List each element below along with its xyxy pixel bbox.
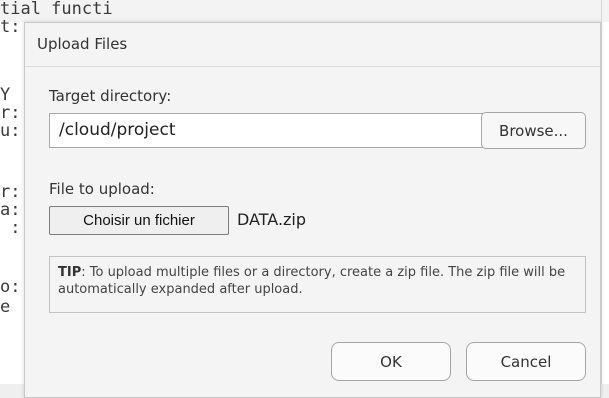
tip-box: TIP: To upload multiple files or a direc… (49, 256, 586, 313)
dialog-title: Upload Files (37, 35, 128, 53)
editor-code-line: e (0, 297, 11, 317)
ok-button[interactable]: OK (331, 342, 451, 381)
target-directory-label: Target directory: (49, 87, 172, 105)
tip-text: : To upload multiple files or a director… (58, 265, 566, 297)
target-directory-input[interactable]: /cloud/project (49, 113, 483, 148)
editor-code-line: a: (0, 200, 21, 220)
editor-code-line: u: (0, 121, 21, 141)
editor-code-line: Y (0, 85, 11, 105)
editor-code-fragment: tial functi (0, 0, 113, 19)
selected-file-name: DATA.zip (237, 210, 307, 229)
editor-code-line: r: (0, 103, 21, 123)
tip-prefix: TIP (58, 265, 82, 280)
editor-code-line: t: (0, 17, 21, 37)
editor-code-line: r: (0, 182, 21, 202)
file-to-upload-label: File to upload: (49, 180, 155, 198)
choose-file-button[interactable]: Choisir un fichier (49, 206, 229, 235)
dialog-titlebar: Upload Files (25, 23, 600, 67)
editor-code-line: : (0, 218, 21, 238)
editor-divider (601, 0, 602, 398)
editor-code-line: o: (0, 277, 21, 297)
browse-button[interactable]: Browse... (481, 112, 586, 149)
upload-files-dialog: Upload Files Target directory: /cloud/pr… (24, 22, 601, 398)
cancel-button[interactable]: Cancel (466, 342, 586, 381)
